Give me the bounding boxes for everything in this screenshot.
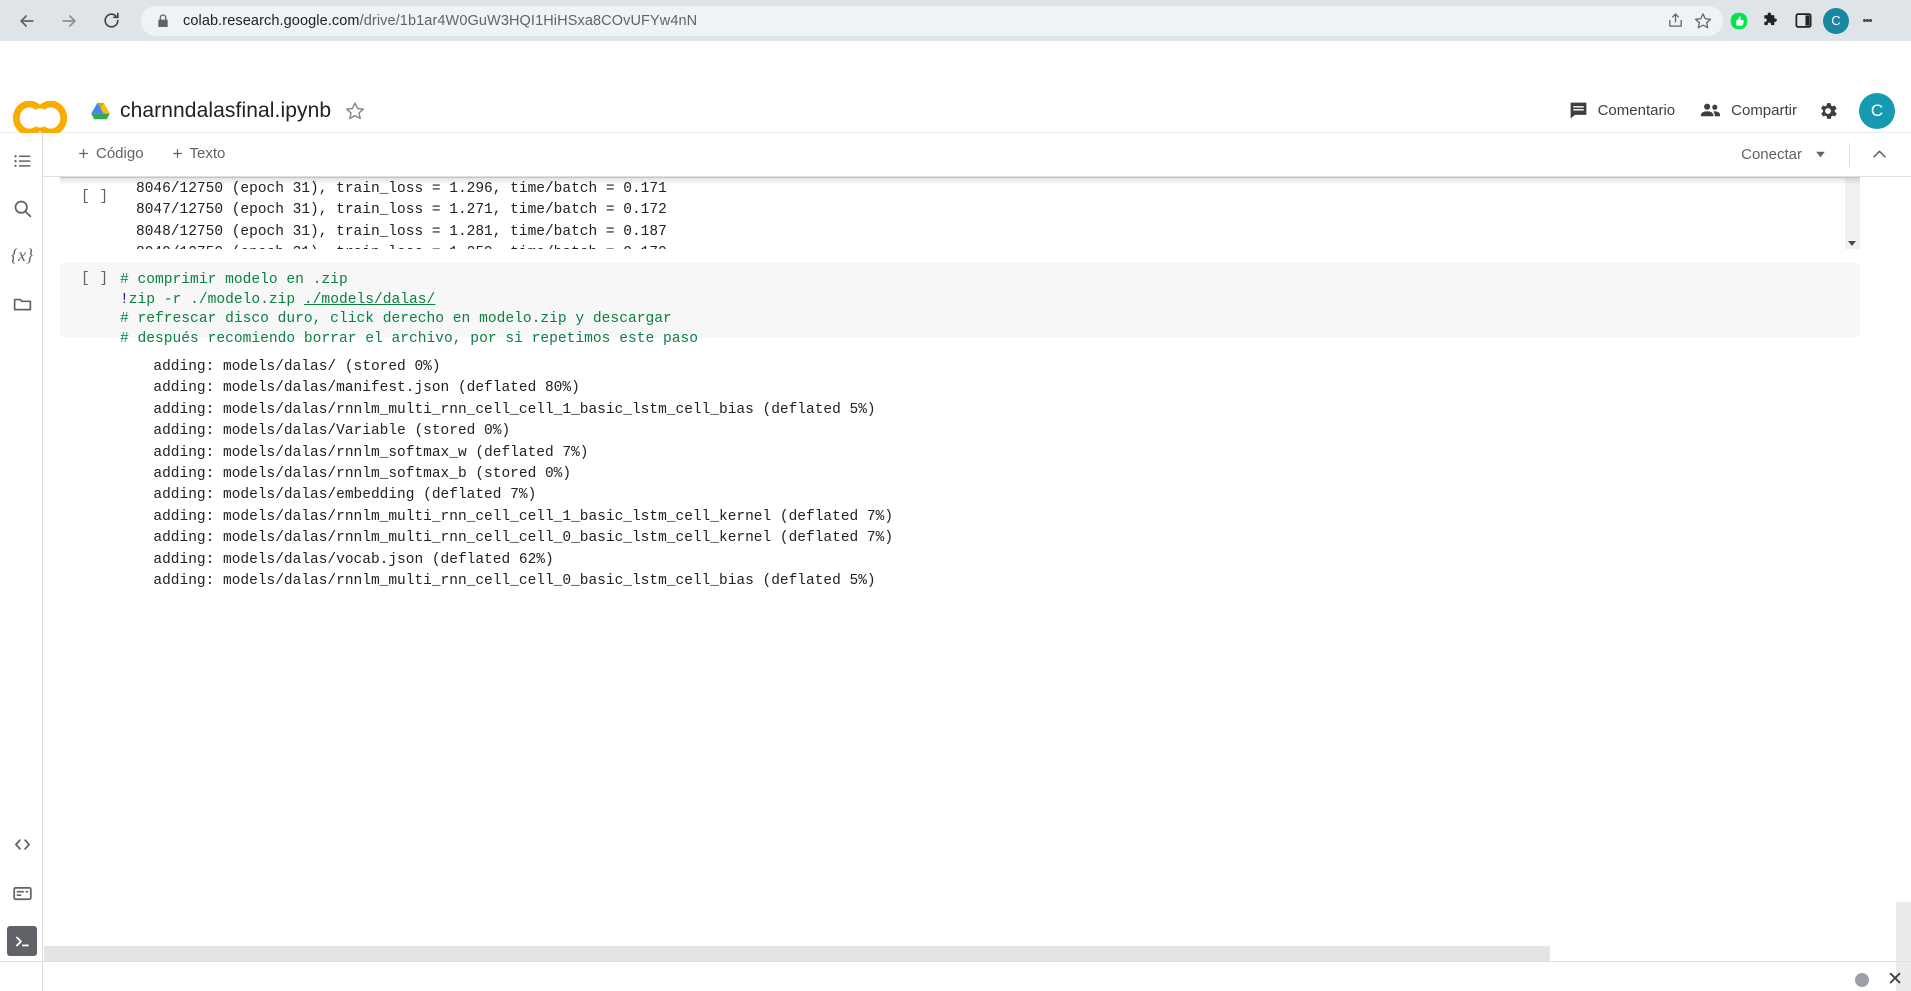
cell-run-prompt[interactable]: [ ]: [81, 271, 109, 287]
browser-extensions: C: [1723, 5, 1887, 37]
bottom-divider: [0, 961, 1911, 962]
sidebar-item-table-of-contents[interactable]: [7, 146, 37, 176]
notebook-title-row: charnndalasfinal.ipynb: [90, 99, 365, 123]
browser-toolbar: colab.research.google.com/drive/1b1ar4W0…: [0, 0, 1911, 41]
add-text-cell-button[interactable]: Texto: [162, 143, 234, 164]
people-icon: [1701, 103, 1721, 117]
add-code-cell-button[interactable]: Código: [68, 143, 152, 164]
reload-button[interactable]: [93, 3, 129, 39]
add-cell-buttons: Código Texto: [68, 143, 233, 164]
close-icon[interactable]: ✕: [1887, 970, 1903, 989]
code-line-comment-1: # comprimir modelo en .zip: [120, 272, 348, 288]
cell-run-prompt[interactable]: [ ]: [81, 189, 109, 205]
comment-label: Comentario: [1597, 102, 1676, 119]
url-host: colab.research.google.com: [183, 12, 360, 29]
bookmark-button[interactable]: [1689, 7, 1717, 35]
share-button[interactable]: [1661, 7, 1689, 35]
sidebar-item-files[interactable]: [7, 288, 37, 318]
chevron-down-icon: [1816, 151, 1825, 158]
reload-icon: [103, 12, 119, 28]
command-palette-icon: [12, 886, 32, 900]
list-icon: [13, 154, 30, 167]
sidepanel-icon: [1795, 13, 1811, 28]
training-log-output: 8045/12750 (epoch 31), train_loss = 1.22…: [136, 180, 667, 249]
url-path: /drive/1b1ar4W0GuW3HQI1HiHSxa8COvUFYw4nN: [359, 12, 698, 29]
plus-icon: [79, 149, 88, 158]
notebook-horizontal-scrollbar[interactable]: [44, 946, 1550, 961]
code-brackets-icon: [14, 838, 30, 850]
scroll-down-arrow-icon[interactable]: [1848, 241, 1856, 246]
extensions-menu-button[interactable]: [1755, 5, 1787, 37]
collapse-toolbar-button[interactable]: [1860, 140, 1899, 169]
notebook-body: [ ] 8045/12750 (epoch 31), train_loss = …: [44, 177, 1911, 991]
output-top-shadow: [60, 177, 1860, 185]
code-line-comment-2: # refrescar disco duro, click derecho en…: [120, 311, 672, 328]
sidebar-item-command-palette[interactable]: [7, 878, 37, 908]
kebab-dot: [1868, 19, 1872, 22]
address-bar[interactable]: colab.research.google.com/drive/1b1ar4W0…: [141, 5, 1723, 36]
notebook-title[interactable]: charnndalasfinal.ipynb: [120, 99, 331, 123]
status-dot: [1855, 972, 1870, 987]
code-line-comment-3: # después recomiendo borrar el archivo, …: [120, 330, 699, 347]
forward-button[interactable]: [51, 3, 87, 39]
star-outline-icon[interactable]: [345, 101, 365, 121]
puzzle-piece-extension-icon: [1764, 12, 1777, 25]
shell-bang: !: [120, 291, 129, 308]
extension-green-thumb-button[interactable]: [1723, 5, 1755, 37]
account-avatar[interactable]: C: [1859, 92, 1895, 129]
chevron-up-icon: [1873, 150, 1886, 158]
browser-menu-button[interactable]: [1853, 7, 1881, 35]
browser-profile-avatar[interactable]: C: [1823, 7, 1849, 34]
output-vertical-scrollbar[interactable]: [1845, 178, 1860, 249]
sidebar-item-search[interactable]: [7, 193, 37, 223]
colab-logo[interactable]: [12, 101, 70, 135]
share-icon: [1668, 13, 1682, 27]
star-outline-icon: [1694, 12, 1712, 28]
share-label: Compartir: [1731, 102, 1797, 119]
code-cell-source[interactable]: # comprimir modelo en .zip !zip -r ./mod…: [120, 271, 698, 349]
terminal-icon: [15, 936, 29, 946]
sidebar-item-variables[interactable]: {x}: [7, 240, 37, 270]
variables-icon: {x}: [10, 244, 34, 265]
zip-output-text: adding: models/dalas/ (stored 0%) adding…: [153, 359, 894, 590]
code-line-zip-path: ./models/dalas/: [303, 291, 436, 308]
gear-icon: [1821, 102, 1837, 119]
plus-icon: [172, 149, 182, 158]
lock-icon: [158, 13, 168, 27]
sidebar-item-terminal[interactable]: [7, 926, 37, 956]
url-display: colab.research.google.com/drive/1b1ar4W0…: [183, 13, 1661, 29]
side-panel-button[interactable]: [1787, 5, 1819, 37]
sidebar-item-code-snippets[interactable]: [7, 829, 37, 859]
comment-button[interactable]: Comentario: [1556, 92, 1688, 129]
folder-icon: [13, 298, 31, 310]
arrow-right-icon: [62, 14, 76, 27]
colab-header: charnndalasfinal.ipynb Archivo Editar Ve…: [0, 41, 1911, 157]
toolbar-right-group: Conectar: [1729, 140, 1899, 169]
code-cell[interactable]: [ ] # comprimir modelo en .zip !zip -r .…: [60, 263, 1860, 347]
add-code-label: Código: [96, 145, 144, 162]
share-button[interactable]: Compartir: [1687, 91, 1809, 130]
toolbar-divider: [1849, 142, 1850, 167]
connect-label: Conectar: [1741, 146, 1802, 163]
colab-header-actions: Comentario Compartir C: [1556, 91, 1901, 130]
search-icon: [14, 200, 31, 217]
status-bar: ✕: [1855, 970, 1903, 989]
add-text-label: Texto: [189, 145, 226, 162]
scrolled-output-cell[interactable]: [ ] 8045/12750 (epoch 31), train_loss = …: [60, 177, 1860, 249]
left-sidebar: {x}: [0, 133, 43, 991]
google-drive-icon: [91, 102, 110, 119]
connect-button[interactable]: Conectar: [1729, 141, 1839, 168]
back-button[interactable]: [9, 3, 45, 39]
notebook-toolbar: Código Texto Conectar: [0, 133, 1911, 177]
settings-button[interactable]: [1809, 92, 1847, 130]
comment-icon: [1570, 102, 1586, 119]
green-thumb-extension-icon: [1730, 12, 1748, 29]
code-line-zip-command: zip -r ./modelo.zip: [128, 291, 304, 308]
arrow-left-icon: [20, 14, 34, 27]
